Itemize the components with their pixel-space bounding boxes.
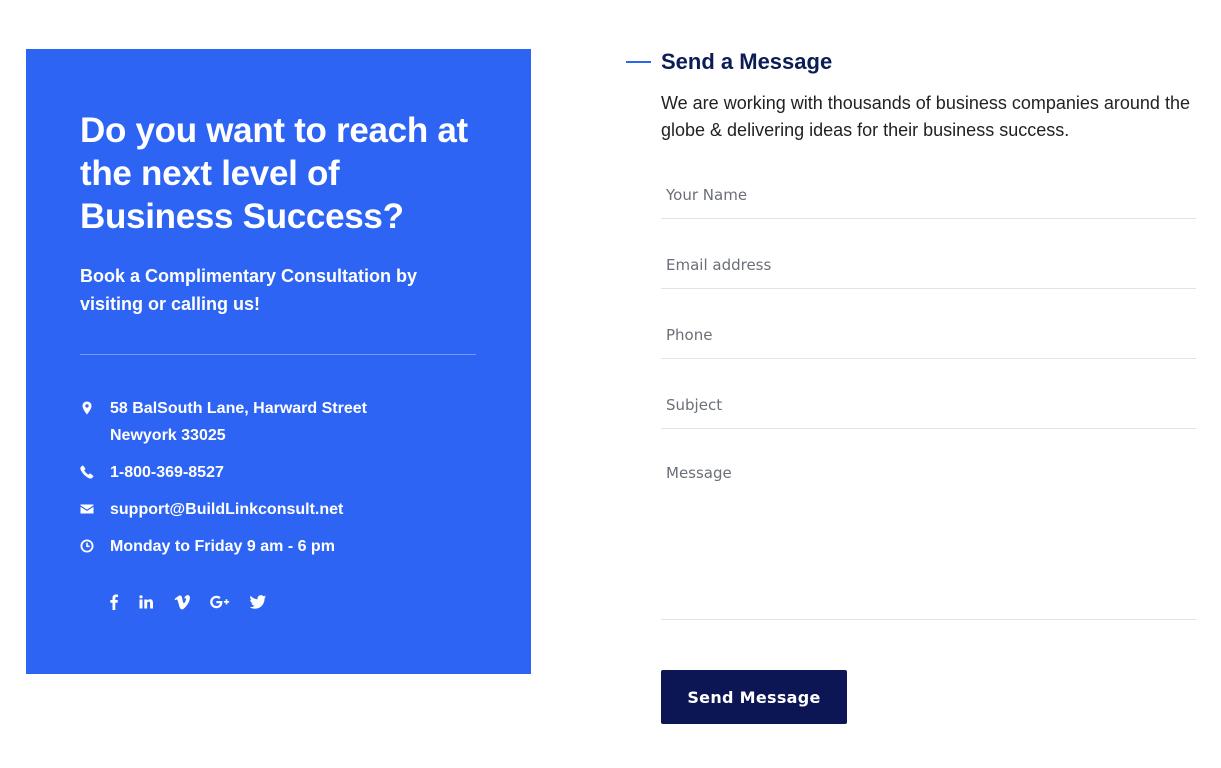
phone-field[interactable] (661, 311, 1196, 359)
linkedin-icon[interactable] (138, 594, 154, 610)
card-divider (80, 354, 476, 355)
twitter-icon[interactable] (250, 594, 266, 610)
business-hours: Monday to Friday 9 am - 6 pm (110, 538, 335, 555)
social-links (110, 593, 286, 611)
form-heading: Send a Message (661, 49, 833, 74)
envelope-icon (80, 502, 94, 516)
name-field[interactable] (661, 171, 1196, 219)
card-subtitle: Book a Complimentary Consultation by vis… (80, 266, 418, 314)
vimeo-icon[interactable] (174, 594, 190, 610)
message-field[interactable] (661, 452, 1196, 620)
address-line-2: Newyork 33025 (110, 427, 226, 444)
subject-field[interactable] (661, 381, 1196, 429)
contact-info-card: Do you want to reach at the next level o… (26, 49, 531, 674)
form-intro: We are working with thousands of busines… (661, 93, 1190, 140)
phone-icon (80, 465, 94, 479)
phone-number[interactable]: 1-800-369-8527 (110, 459, 470, 486)
google-plus-icon[interactable] (210, 594, 230, 610)
card-title: Do you want to reach at the next level o… (80, 111, 468, 236)
heading-accent-line (626, 61, 651, 63)
email-link[interactable]: support@BuildLinkconsult.net (110, 496, 470, 523)
email-field[interactable] (661, 241, 1196, 289)
clock-icon (80, 539, 94, 553)
map-pin-icon (80, 401, 94, 415)
send-message-button[interactable]: Send Message (661, 670, 847, 724)
facebook-icon[interactable] (110, 594, 118, 610)
address-line-1: 58 BalSouth Lane, Harward Street (110, 400, 367, 417)
